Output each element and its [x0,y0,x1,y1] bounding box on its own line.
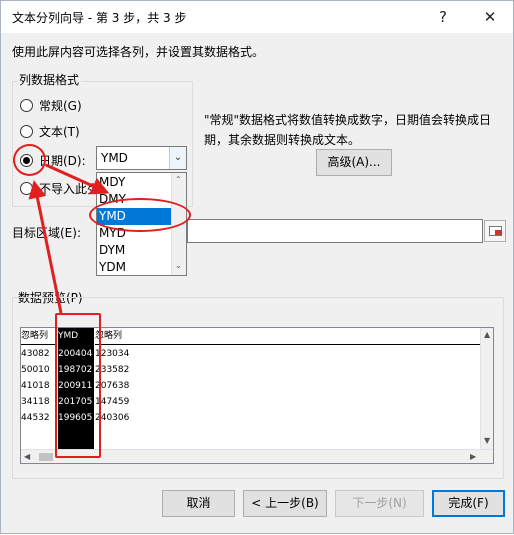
help-icon[interactable]: ? [431,6,455,28]
window-title: 文本分列向导 - 第 3 步，共 3 步 [12,11,187,25]
radio-text[interactable] [20,125,33,138]
instruction-text: 使用此屏内容可选择各列，并设置其数据格式。 [12,45,265,59]
preview-cell: 41018 [21,381,50,391]
title-bar: 文本分列向导 - 第 3 步，共 3 步 ? ✕ [1,1,513,33]
preview-cell: 50010 [21,365,50,375]
cancel-button[interactable]: 取消 [162,490,235,517]
column-format-legend: 列数据格式 [17,71,82,88]
scroll-down-icon[interactable]: ⌄ [175,261,182,270]
scroll-thumb[interactable] [39,453,53,461]
destination-input[interactable]: $ [187,219,483,243]
preview-cell: 123034 [95,349,130,359]
dropdown-option-dym[interactable]: DYM [97,242,173,259]
advanced-button[interactable]: 高级(A)... [316,149,392,176]
close-icon[interactable]: ✕ [478,6,502,28]
dropdown-option-mdy[interactable]: MDY [97,174,173,191]
dropdown-option-ydm[interactable]: YDM [97,259,173,276]
preview-cell: 240306 [95,413,130,423]
scroll-down-icon[interactable]: ▼ [484,436,490,445]
scroll-right-icon[interactable]: ▶ [470,452,476,461]
annotation-oval-ymd [89,198,191,232]
radio-text-label: 文本(T) [39,125,80,139]
date-format-value: YMD [101,151,128,165]
preview-vertical-scrollbar[interactable]: ▲ ▼ [480,328,493,449]
scroll-up-icon[interactable]: ⌃ [175,175,182,184]
preview-header-skip-2: 忽略列 [95,328,480,345]
text-to-columns-dialog: 文本分列向导 - 第 3 步，共 3 步 ? ✕ 使用此屏内容可选择各列，并设置… [0,0,514,534]
preview-cell: 147459 [95,397,130,407]
back-button[interactable]: < 上一步(B) [243,490,327,517]
radio-skip-column[interactable] [20,182,33,195]
range-picker-icon[interactable] [484,220,506,242]
preview-cell: 43082 [21,349,50,359]
destination-label: 目标区域(E): [12,226,81,240]
radio-general-label: 常规(G) [39,99,82,113]
preview-cell: 233582 [95,365,130,375]
preview-cell: 44532 [21,413,50,423]
finish-button[interactable]: 完成(F) [432,490,505,517]
radio-general[interactable] [20,99,33,112]
annotation-circle-date-radio [13,144,46,176]
chevron-down-icon[interactable]: ⌄ [169,147,186,169]
date-format-select[interactable]: YMD ⌄ [96,146,187,170]
next-button: 下一步(N) [335,490,424,517]
scroll-up-icon[interactable]: ▲ [484,330,490,339]
radio-skip-column-label: 不导入此列 [39,182,100,196]
preview-header-skip-1: 忽略列 [21,328,57,345]
scroll-left-icon[interactable]: ◀ [24,452,30,461]
preview-cell: 207638 [95,381,130,391]
format-description: "常规"数据格式将数值转换成数字，日期值会转换成日期，其余数据则转换成文本。 [204,113,492,147]
preview-cell: 34118 [21,397,50,407]
annotation-box-ymd-column [55,313,101,458]
